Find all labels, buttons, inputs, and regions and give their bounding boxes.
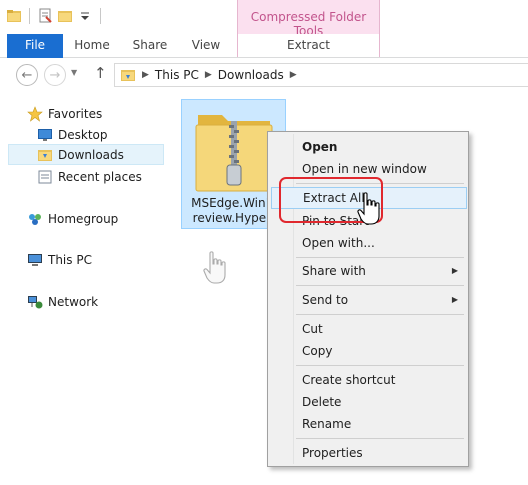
forward-button[interactable]: → [44, 64, 66, 86]
menu-item-properties[interactable]: Properties [270, 442, 466, 464]
menu-divider [296, 257, 464, 258]
nav-recent-places[interactable]: Recent places [37, 166, 142, 187]
homegroup-icon [27, 211, 43, 227]
arrow-right-icon: → [49, 67, 61, 83]
menu-divider [296, 314, 464, 315]
quick-access-toolbar [6, 8, 104, 24]
menu-item-share-with[interactable]: Share with ▶ [270, 260, 466, 282]
hand-cursor-icon [357, 192, 380, 225]
menu-item-send-to[interactable]: Send to ▶ [270, 289, 466, 311]
tab-file[interactable]: File [7, 34, 63, 58]
tab-share[interactable]: Share [122, 34, 178, 57]
menu-item-rename[interactable]: Rename [270, 413, 466, 435]
nav-favorites[interactable]: Favorites [27, 103, 102, 124]
address-bar[interactable]: ▶ This PC ▶ Downloads ▶ [114, 63, 528, 87]
nav-recent-label: Recent places [58, 169, 142, 184]
menu-divider [296, 438, 464, 439]
submenu-arrow-icon: ▶ [451, 295, 458, 304]
breadcrumb-downloads[interactable]: Downloads [218, 68, 284, 82]
new-folder-icon[interactable] [57, 8, 73, 24]
folder-icon [6, 8, 22, 24]
menu-item-copy[interactable]: Copy [270, 340, 466, 362]
toolbar-divider [29, 8, 30, 24]
arrow-left-icon: ← [21, 67, 33, 83]
toolbar-divider [100, 8, 101, 24]
folder-icon [120, 67, 136, 83]
menu-divider [296, 285, 464, 286]
tab-extract[interactable]: Extract [237, 34, 380, 57]
nav-homegroup[interactable]: Homegroup [27, 208, 118, 229]
nav-desktop-label: Desktop [58, 127, 108, 142]
nav-network[interactable]: Network [27, 291, 98, 312]
breadcrumb-chevron-icon[interactable]: ▶ [290, 70, 297, 80]
navigation-bar: ← → ▼ ↑ ▶ This PC ▶ Downloads ▶ [0, 59, 528, 91]
tab-view[interactable]: View [180, 34, 232, 57]
breadcrumb-this-pc[interactable]: This PC [155, 68, 199, 82]
breadcrumb-chevron-icon[interactable]: ▶ [142, 70, 149, 80]
menu-divider [296, 365, 464, 366]
back-button[interactable]: ← [16, 64, 38, 86]
hand-cursor-icon [203, 251, 226, 284]
recent-locations-chevron-icon[interactable]: ▼ [71, 68, 77, 77]
star-icon [27, 105, 43, 122]
nav-thispc-label: This PC [48, 252, 92, 267]
desktop-icon [37, 127, 53, 143]
nav-desktop[interactable]: Desktop [37, 124, 108, 145]
navigation-pane: Favorites Desktop Downloads Recent place… [0, 91, 172, 485]
submenu-arrow-icon: ▶ [451, 266, 458, 275]
ribbon-tabs: File Home Share View Extract [0, 34, 528, 58]
nav-this-pc[interactable]: This PC [27, 249, 92, 270]
computer-icon [27, 252, 43, 268]
zip-folder-icon [195, 115, 273, 192]
nav-network-label: Network [48, 294, 99, 309]
menu-item-delete[interactable]: Delete [270, 391, 466, 413]
up-arrow-icon[interactable]: ↑ [94, 64, 107, 82]
network-icon [27, 294, 43, 310]
tab-home[interactable]: Home [66, 34, 118, 57]
menu-item-cut[interactable]: Cut [270, 318, 466, 340]
menu-item-open-with[interactable]: Open with... [270, 232, 466, 254]
compressed-folder-tools-group: Compressed Folder Tools [237, 0, 380, 38]
menu-item-open[interactable]: Open [270, 136, 466, 158]
nav-downloads[interactable]: Downloads [8, 144, 164, 165]
nav-downloads-label: Downloads [58, 147, 124, 162]
breadcrumb-chevron-icon[interactable]: ▶ [205, 70, 212, 80]
nav-homegroup-label: Homegroup [48, 211, 119, 226]
menu-item-create-shortcut[interactable]: Create shortcut [270, 369, 466, 391]
title-bar: Compressed Folder Tools [0, 0, 528, 38]
nav-favorites-label: Favorites [48, 106, 103, 121]
downloads-folder-icon [37, 147, 53, 163]
recent-places-icon [37, 169, 53, 185]
properties-icon[interactable] [37, 8, 53, 24]
customize-toolbar-icon[interactable] [77, 8, 93, 24]
